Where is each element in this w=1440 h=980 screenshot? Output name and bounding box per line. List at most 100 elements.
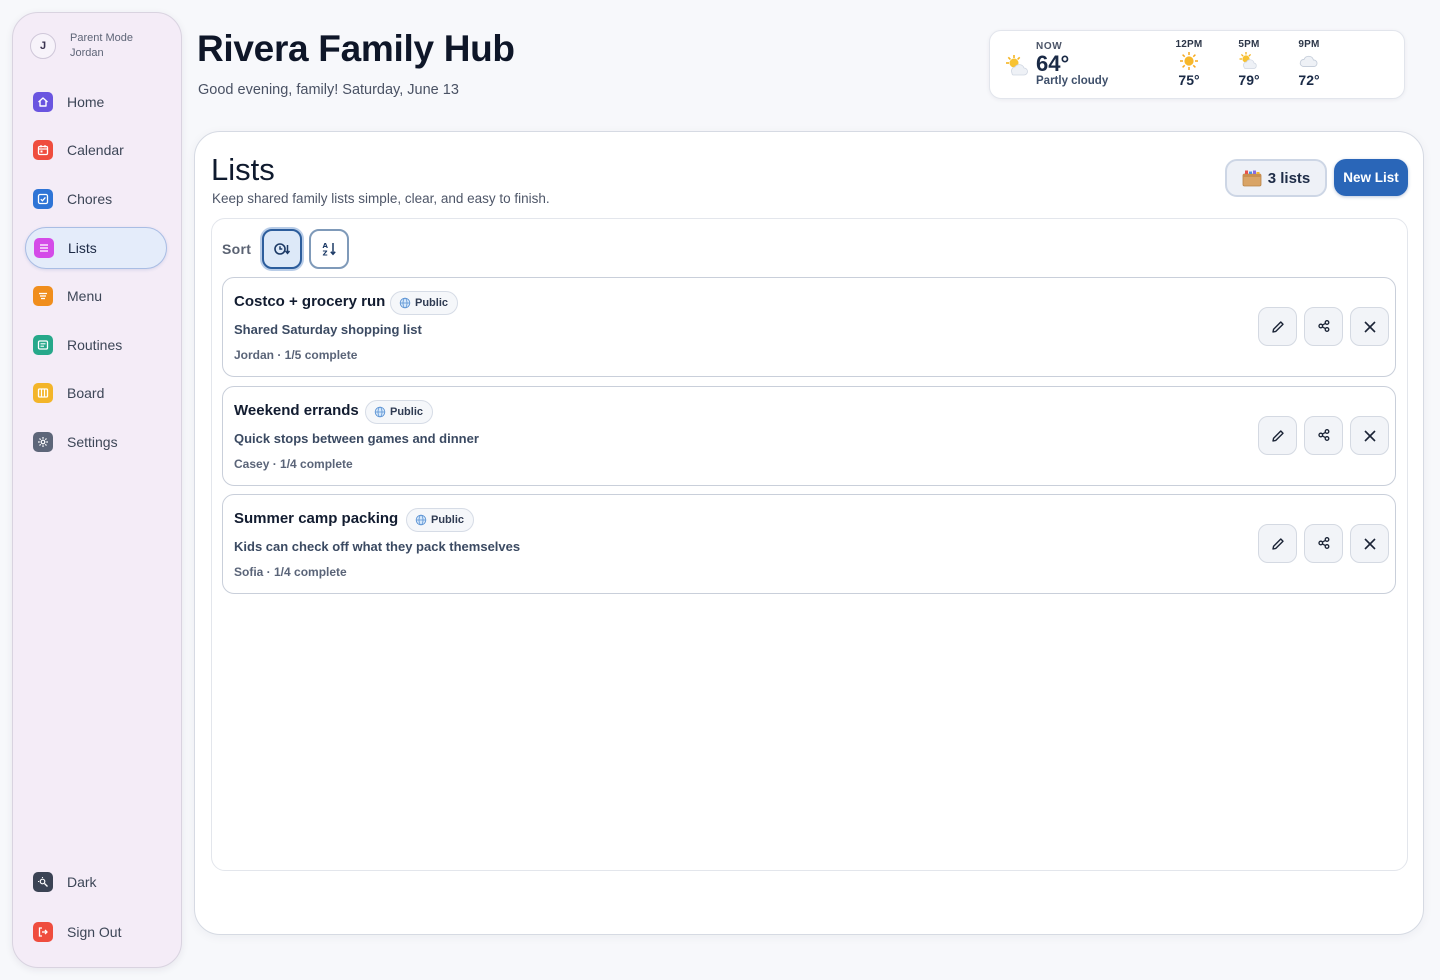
close-icon (1363, 320, 1376, 333)
calendar-icon (33, 140, 53, 160)
sidebar-item-home[interactable]: Home (25, 81, 167, 123)
pencil-icon (1271, 429, 1284, 442)
share-button[interactable] (1304, 524, 1343, 563)
sort-recent-icon (274, 243, 291, 255)
sidebar-item-chores[interactable]: Chores (25, 178, 167, 220)
list-count-badge: 3 lists (1225, 159, 1327, 197)
weather-now-desc: Partly cloudy (1036, 75, 1109, 87)
visibility-label: Public (415, 297, 449, 309)
weather-widget: NOW 64° Partly cloudy 12PM 75° 5PM 79° 9… (989, 30, 1405, 99)
sidebar-item-lists[interactable]: Lists (25, 227, 167, 269)
partly-cloudy-icon (1006, 55, 1028, 76)
menu-icon (33, 286, 53, 306)
close-icon (1363, 429, 1376, 442)
delete-button[interactable] (1350, 307, 1389, 346)
routine-icon (33, 335, 53, 355)
list-container: Sort A Z Costco + grocery run Public Sha… (211, 218, 1408, 871)
sidebar-item-calendar[interactable]: Calendar (25, 129, 167, 171)
dark-mode-label: Dark (67, 874, 97, 890)
visibility-badge: Public (390, 291, 459, 315)
weather-hour: 12PM 75° (1167, 39, 1211, 88)
edit-button[interactable] (1258, 416, 1297, 455)
weather-hour-label: 12PM (1175, 39, 1203, 50)
dark-mode-toggle[interactable]: Dark (25, 861, 167, 903)
list-title: Costco + grocery run (234, 293, 386, 310)
sort-recent-button[interactable] (262, 229, 302, 269)
close-icon (1363, 537, 1376, 550)
avatar: J (30, 33, 56, 59)
profile-switcher[interactable]: J Parent Mode Jordan (30, 31, 133, 61)
weather-hour-temp: 75° (1178, 72, 1200, 88)
sidebar-item-settings[interactable]: Settings (25, 421, 167, 463)
share-icon (1317, 536, 1329, 549)
sidebar-item-label: Calendar (67, 142, 124, 158)
list-meta: Sofia · 1/4 complete (234, 565, 347, 579)
board-icon (33, 383, 53, 403)
home-icon (33, 92, 53, 112)
page-title: Rivera Family Hub (197, 28, 515, 69)
list-description: Kids can check off what they pack themse… (234, 539, 521, 554)
sign-out-button[interactable]: Sign Out (25, 911, 167, 953)
weather-hour-temp: 79° (1238, 72, 1260, 88)
list-description: Quick stops between games and dinner (234, 431, 479, 446)
list-card[interactable]: Costco + grocery run Public Shared Satur… (222, 277, 1396, 377)
list-title: Weekend errands (234, 402, 359, 419)
cloud-icon (1299, 55, 1318, 67)
sort-alpha-icon: A Z (323, 242, 336, 258)
svg-text:Z: Z (323, 250, 328, 258)
sidebar-item-label: Menu (67, 288, 103, 304)
edit-button[interactable] (1258, 307, 1297, 346)
share-icon (1317, 428, 1329, 441)
sidebar-item-routines[interactable]: Routines (25, 324, 167, 366)
list-icon (34, 238, 54, 258)
list-actions (1258, 524, 1389, 563)
sidebar: J Parent Mode Jordan Home Calendar Chore… (12, 12, 182, 968)
weather-hour: 5PM 79° (1227, 39, 1271, 88)
list-card[interactable]: Summer camp packing Public Kids can chec… (222, 494, 1396, 594)
delete-button[interactable] (1350, 416, 1389, 455)
visibility-label: Public (431, 514, 465, 526)
globe-icon (415, 514, 427, 526)
weather-hour: 9PM 72° (1287, 39, 1331, 88)
pencil-icon (1271, 537, 1284, 550)
partly-cloudy-icon (1239, 52, 1257, 69)
list-actions (1258, 307, 1389, 346)
weather-hour-label: 9PM (1298, 39, 1320, 50)
checkbox-icon (33, 189, 53, 209)
section-title: Lists (211, 152, 275, 187)
profile-mode: Parent Mode (70, 32, 133, 44)
pencil-icon (1271, 320, 1284, 333)
globe-icon (374, 406, 386, 418)
list-box-icon (1242, 170, 1262, 187)
sidebar-item-label: Chores (67, 191, 113, 207)
share-button[interactable] (1304, 307, 1343, 346)
sign-out-icon (33, 922, 53, 942)
list-meta: Casey · 1/4 complete (234, 457, 353, 471)
share-button[interactable] (1304, 416, 1343, 455)
delete-button[interactable] (1350, 524, 1389, 563)
sidebar-item-label: Home (67, 94, 105, 110)
sidebar-item-label: Board (67, 385, 105, 401)
visibility-label: Public (390, 406, 424, 418)
section-description: Keep shared family lists simple, clear, … (212, 191, 550, 206)
sort-label: Sort (222, 241, 252, 257)
new-list-button[interactable]: New List (1334, 159, 1408, 196)
greeting: Good evening, family! Saturday, June 13 (198, 82, 459, 98)
list-description: Shared Saturday shopping list (234, 322, 422, 337)
weather-hour-temp: 72° (1298, 72, 1320, 88)
theme-toggle-icon (33, 872, 53, 892)
list-actions (1258, 416, 1389, 455)
sidebar-item-menu[interactable]: Menu (25, 275, 167, 317)
sidebar-item-label: Lists (68, 240, 97, 256)
list-card[interactable]: Weekend errands Public Quick stops betwe… (222, 386, 1396, 486)
sort-alpha-button[interactable]: A Z (309, 229, 349, 269)
profile-name: Jordan (70, 47, 104, 59)
list-meta: Jordan · 1/5 complete (234, 348, 358, 362)
sidebar-item-label: Settings (67, 434, 118, 450)
weather-now-temp: 64° (1036, 51, 1070, 76)
edit-button[interactable] (1258, 524, 1297, 563)
weather-hour-label: 5PM (1238, 39, 1260, 50)
share-icon (1317, 319, 1329, 332)
globe-icon (399, 297, 411, 309)
sidebar-item-board[interactable]: Board (25, 372, 167, 414)
